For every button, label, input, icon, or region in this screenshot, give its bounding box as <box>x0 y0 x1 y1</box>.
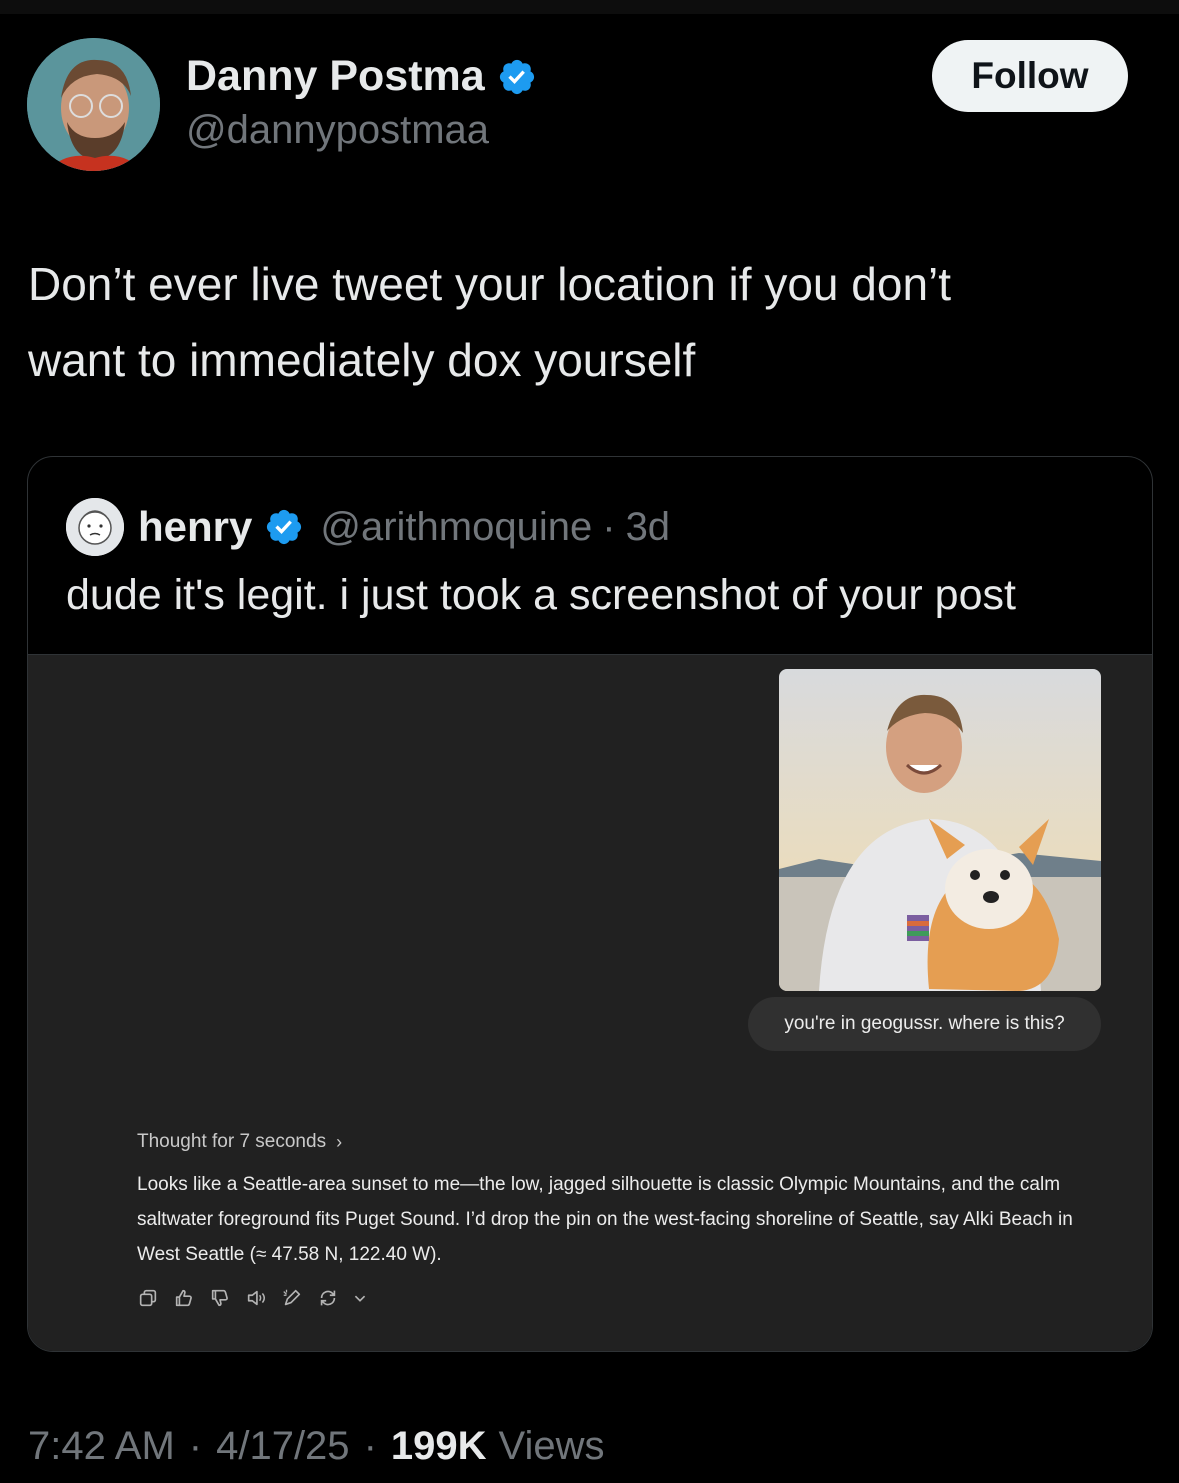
verified-badge-icon <box>497 57 537 97</box>
quote-header: henry @arithmoquine · 3d <box>66 498 671 556</box>
thought-toggle[interactable]: Thought for 7 seconds › <box>137 1131 342 1153</box>
meta-separator: · <box>188 1424 203 1468</box>
tweet-text: Don’t ever live tweet your location if y… <box>28 258 952 386</box>
quote-author-avatar <box>66 498 124 556</box>
thought-label: Thought for 7 seconds <box>137 1131 327 1152</box>
copy-icon[interactable] <box>137 1287 159 1309</box>
author-name-text: Danny Postma <box>186 52 485 100</box>
chat-attached-photo <box>779 669 1101 991</box>
regenerate-icon[interactable] <box>317 1287 339 1309</box>
views-count: 199K <box>390 1424 487 1468</box>
author-display-name[interactable]: Danny Postma <box>186 52 537 101</box>
quote-author-handle: @arithmoquine <box>320 504 593 549</box>
assistant-action-bar <box>137 1287 367 1309</box>
speaker-icon[interactable] <box>245 1287 267 1309</box>
author-avatar[interactable] <box>27 38 160 171</box>
quote-author-name: henry <box>138 503 253 550</box>
top-status-strip <box>0 0 1179 14</box>
views-label: Views <box>498 1424 605 1468</box>
embedded-screenshot[interactable]: you're in geogussr. where is this? Thoug… <box>28 654 1152 1351</box>
quote-separator: · <box>602 504 616 549</box>
chat-user-message: you're in geogussr. where is this? <box>748 997 1101 1051</box>
follow-button[interactable]: Follow <box>932 40 1128 112</box>
author-handle[interactable]: @dannypostmaa <box>186 108 489 153</box>
tweet-time[interactable]: 7:42 AM <box>28 1424 175 1469</box>
verified-badge-icon <box>264 507 304 547</box>
edit-icon[interactable] <box>281 1287 303 1309</box>
quote-tweet-card[interactable]: henry @arithmoquine · 3d dude it's legit… <box>27 456 1153 1352</box>
meta-separator: · <box>363 1424 377 1468</box>
chevron-down-icon[interactable] <box>353 1287 367 1309</box>
assistant-answer: Looks like a Seattle-area sunset to me—t… <box>137 1174 1073 1265</box>
quote-timestamp: 3d <box>625 504 671 549</box>
chevron-right-icon: › <box>336 1131 343 1152</box>
tweet-date[interactable]: 4/17/25 <box>216 1424 349 1469</box>
tweet-meta: 7:42 AM · 4/17/25 · 199K Views <box>28 1424 605 1469</box>
thumbs-down-icon[interactable] <box>209 1287 231 1309</box>
quote-text: dude it's legit. i just took a screensho… <box>66 571 1016 619</box>
thumbs-up-icon[interactable] <box>173 1287 195 1309</box>
